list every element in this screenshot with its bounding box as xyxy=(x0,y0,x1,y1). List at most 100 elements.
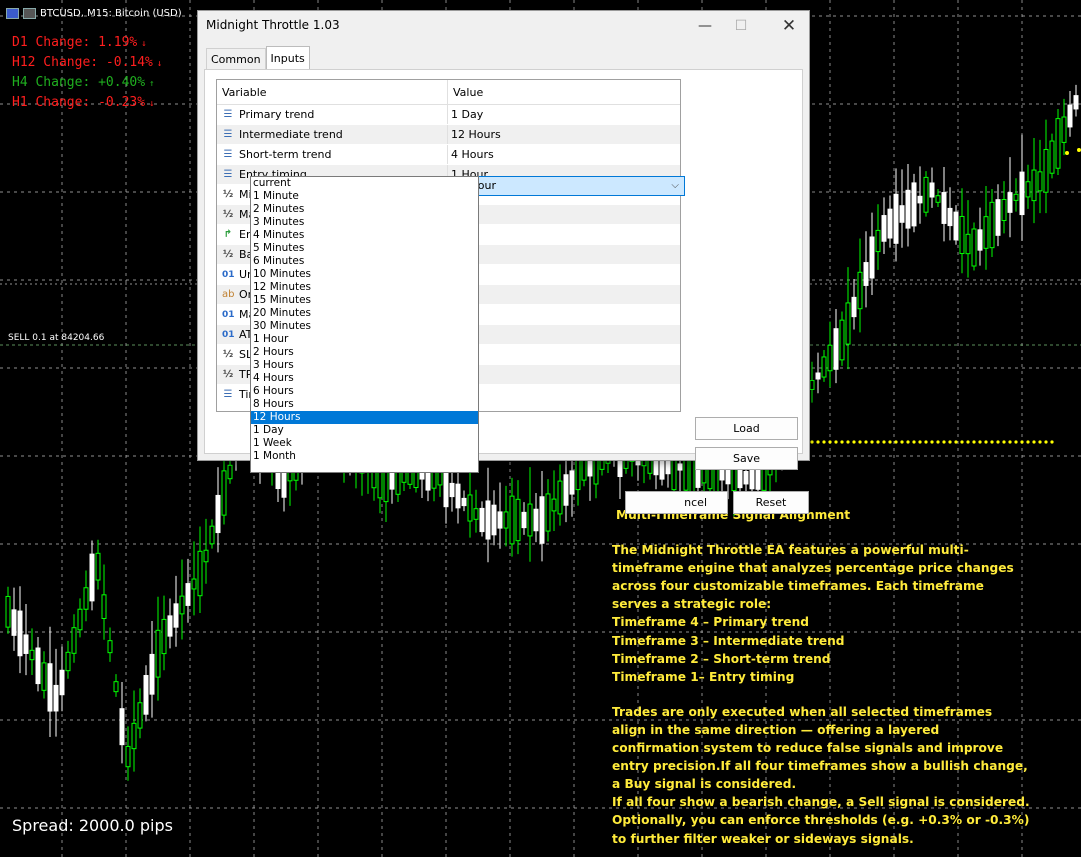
value-cell[interactable] xyxy=(448,245,680,264)
candle-body xyxy=(161,618,167,655)
value-cell[interactable] xyxy=(448,225,680,244)
info-paragraph-1: The Midnight Throttle EA features a powe… xyxy=(612,541,1014,686)
value-cell[interactable] xyxy=(448,305,680,324)
candle-body xyxy=(155,629,161,678)
minimize-icon[interactable]: — xyxy=(694,15,716,37)
double-icon: ½ xyxy=(222,249,234,260)
chart-window-icon[interactable] xyxy=(6,7,19,19)
signal-dot xyxy=(1044,440,1048,444)
value-cell[interactable]: 12 Hours xyxy=(448,125,680,144)
spread-label: Spread: 2000.0 pips xyxy=(12,816,173,835)
candle-body xyxy=(983,216,989,249)
dropdown-option[interactable]: 6 Hours xyxy=(251,385,478,398)
dropdown-option[interactable]: 6 Minutes xyxy=(251,255,478,268)
value-cell[interactable]: 4 Hours xyxy=(448,145,680,164)
candle-body xyxy=(59,669,65,696)
info-line: Timeframe 4 – Primary trend xyxy=(612,615,810,630)
timeframe-dropdown-list[interactable]: current 1 Minute 2 Minutes 3 Minutes 4 Minut… xyxy=(250,176,479,473)
candle-body xyxy=(875,229,881,253)
signal-dot xyxy=(1014,440,1018,444)
info-line: to further filter weaker or sideways sig… xyxy=(612,831,914,846)
candle-body xyxy=(65,651,71,672)
timeframe-icon: ☰ xyxy=(223,109,233,120)
info-panel: Multi-Timeframe Signal Alignment The Mid… xyxy=(612,506,1030,848)
candle-body xyxy=(479,507,485,533)
double-icon: ½ xyxy=(222,349,234,360)
reset-button[interactable]: Reset xyxy=(733,491,809,514)
table-row[interactable]: ☰ Intermediate trend 12 Hours xyxy=(217,125,680,145)
value-cell[interactable] xyxy=(448,285,680,304)
dropdown-option[interactable]: 4 Hours xyxy=(251,372,478,385)
bool-icon: ↱ xyxy=(223,229,233,240)
dropdown-option[interactable]: 1 Hour xyxy=(251,333,478,346)
signal-dot xyxy=(960,440,964,444)
candle-body xyxy=(563,474,569,506)
candle-body xyxy=(215,494,221,534)
candle-body xyxy=(863,262,869,286)
candle-body xyxy=(23,634,29,654)
symbol-window-icon[interactable] xyxy=(23,7,36,19)
load-button[interactable]: Load xyxy=(695,417,798,440)
dropdown-option[interactable]: 30 Minutes xyxy=(251,320,478,333)
candle-body xyxy=(509,495,515,545)
table-row[interactable]: ☰ Short-term trend 4 Hours xyxy=(217,145,680,165)
dropdown-option[interactable]: 3 Minutes xyxy=(251,216,478,229)
save-button[interactable]: Save xyxy=(695,447,798,470)
candle-body xyxy=(41,662,47,691)
dialog-titlebar[interactable]: Midnight Throttle 1.03 — ☐ ✕ xyxy=(198,11,809,41)
value-cell[interactable] xyxy=(448,265,680,284)
candle-body xyxy=(137,702,143,729)
dropdown-option[interactable]: current xyxy=(251,177,478,190)
candle-body xyxy=(77,608,83,631)
dropdown-option[interactable]: 12 Hours xyxy=(251,411,478,424)
dropdown-option[interactable]: 2 Hours xyxy=(251,346,478,359)
dropdown-option[interactable]: 3 Hours xyxy=(251,359,478,372)
signal-dot xyxy=(816,440,820,444)
value-cell[interactable]: 1 Day xyxy=(448,105,680,124)
column-header-variable[interactable]: Variable xyxy=(217,80,448,104)
info-line: Optionally, you can enforce thresholds (… xyxy=(612,813,1030,828)
signal-dot xyxy=(978,440,982,444)
value-cell[interactable] xyxy=(448,325,680,344)
candle-body xyxy=(173,603,179,628)
change-text: H4 Change: +0.40% xyxy=(12,75,146,90)
candle-body xyxy=(575,459,581,491)
dropdown-option[interactable]: 5 Minutes xyxy=(251,242,478,255)
chevron-down-icon[interactable]: ⌵ xyxy=(671,177,679,195)
dropdown-option[interactable]: 15 Minutes xyxy=(251,294,478,307)
candle-body xyxy=(17,610,23,657)
dropdown-option[interactable]: 4 Minutes xyxy=(251,229,478,242)
candle-body xyxy=(857,271,863,310)
dropdown-option[interactable]: 8 Hours xyxy=(251,398,478,411)
candle-body xyxy=(89,553,95,602)
tab-inputs[interactable]: Inputs xyxy=(265,46,310,69)
cancel-button[interactable]: ncel xyxy=(625,491,728,514)
table-row[interactable]: ☰ Primary trend 1 Day xyxy=(217,105,680,125)
entry-timing-select[interactable]: 1 Hour ⌵ xyxy=(454,176,685,196)
value-cell[interactable] xyxy=(448,345,680,364)
dropdown-option[interactable]: 1 Minute xyxy=(251,190,478,203)
value-cell[interactable] xyxy=(448,205,680,224)
value-cell[interactable] xyxy=(448,365,680,384)
info-line: Timeframe 3 – Intermediate trend xyxy=(612,633,845,648)
dropdown-option[interactable]: 1 Day xyxy=(251,424,478,437)
dialog-tabs: Common Inputs xyxy=(206,46,310,69)
arrow-down-icon: ↓ xyxy=(156,59,163,69)
dropdown-option[interactable]: 20 Minutes xyxy=(251,307,478,320)
column-header-value[interactable]: Value xyxy=(448,80,680,104)
dropdown-option[interactable]: 10 Minutes xyxy=(251,268,478,281)
tab-common[interactable]: Common xyxy=(206,48,266,69)
signal-dot xyxy=(948,440,952,444)
candle-body xyxy=(815,372,821,380)
candle-body xyxy=(203,549,209,563)
close-icon[interactable]: ✕ xyxy=(778,15,800,37)
candle-body xyxy=(497,511,503,529)
candle-body xyxy=(953,211,959,241)
candle-body xyxy=(185,583,191,606)
dropdown-option[interactable]: 12 Minutes xyxy=(251,281,478,294)
dropdown-option[interactable]: 2 Minutes xyxy=(251,203,478,216)
value-cell[interactable] xyxy=(448,385,680,404)
dropdown-option[interactable]: 1 Month xyxy=(251,450,478,463)
dropdown-option[interactable]: 1 Week xyxy=(251,437,478,450)
candle-body xyxy=(149,653,155,695)
